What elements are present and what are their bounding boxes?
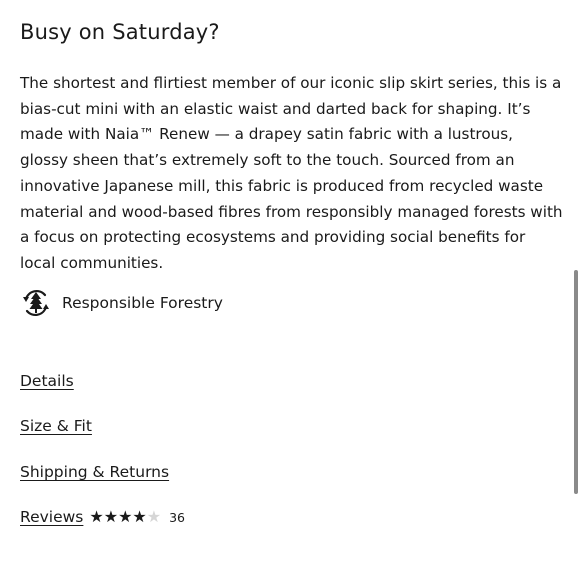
star-rating: ★ ★ ★ ★ ★	[89, 509, 161, 525]
scrollbar-thumb[interactable]	[574, 270, 578, 494]
size-fit-link[interactable]: Size & Fit	[20, 417, 92, 435]
star-filled-icon: ★	[89, 507, 104, 526]
product-description: The shortest and flirtiest member of our…	[20, 74, 563, 272]
responsible-forestry-badge: Responsible Forestry	[20, 286, 223, 320]
product-heading: Busy on Saturday?	[20, 20, 220, 44]
review-count: 36	[169, 509, 186, 525]
star-filled-icon: ★	[103, 507, 119, 526]
star-filled-icon: ★	[118, 507, 133, 526]
scrollbar[interactable]	[570, 0, 580, 580]
badge-label: Responsible Forestry	[62, 294, 223, 312]
star-filled-icon: ★	[132, 507, 147, 526]
reviews-link[interactable]: Reviews	[20, 508, 83, 526]
reviews-row: Reviews ★ ★ ★ ★ ★ 36	[20, 508, 185, 526]
star-empty-icon: ★	[146, 507, 162, 526]
shipping-returns-link[interactable]: Shipping & Returns	[20, 463, 169, 481]
details-link[interactable]: Details	[20, 372, 74, 390]
forest-recycle-icon	[20, 287, 52, 319]
